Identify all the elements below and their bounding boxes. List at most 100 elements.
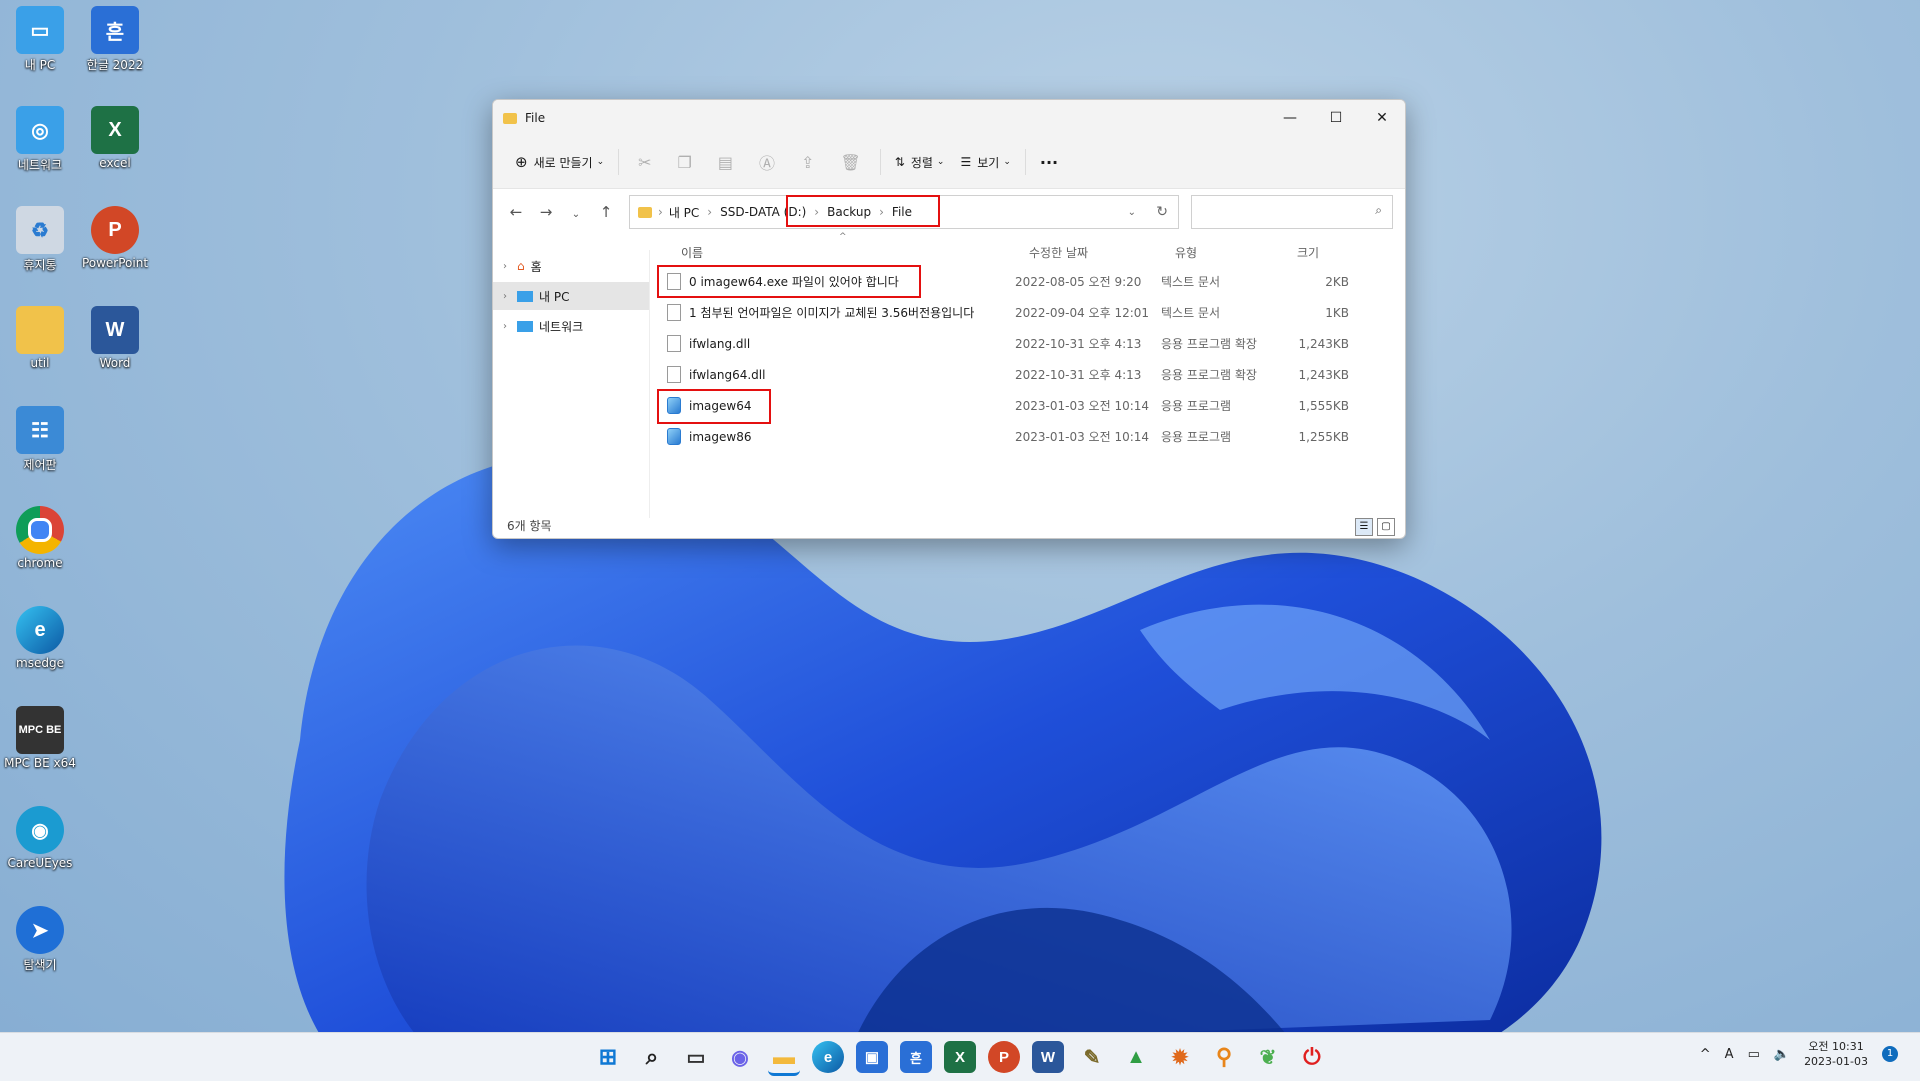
desktop-icon-label: 한글 2022 [86,58,144,72]
column-header-type[interactable]: 유형 [1175,244,1293,261]
desktop-icon-chrome[interactable]: chrome [0,500,80,570]
navigation-pane: › ⌂ 홈 › 내 PC › 네트워크 [493,250,650,518]
column-header-size[interactable]: 크기 [1293,244,1367,261]
desktop-icon-explorer[interactable]: ➤ 탐색기 [0,900,80,973]
arrow-up-icon: ↑ [599,203,613,221]
desktop-icon-label: 탐색기 [23,958,57,972]
column-header-name[interactable]: 이름 [649,244,1029,261]
store-icon[interactable]: ▣ [856,1041,888,1073]
triangle-app-icon[interactable]: ▲ [1120,1041,1152,1073]
desktop-icon-excel[interactable]: Xexcel [75,100,155,170]
nav-item-label: 네트워크 [539,319,584,334]
nav-item-label: 내 PC [539,289,570,304]
delete-button[interactable]: 🗑 [827,146,873,178]
file-modified: 2022-08-05 오전 9:20 [1015,275,1142,289]
paste-button[interactable]: ▤ [705,146,746,178]
file-type: 응용 프로그램 [1161,399,1232,413]
recent-locations-button[interactable]: ⌄ [561,203,591,221]
nav-item-home[interactable]: › ⌂ 홈 [493,252,649,280]
desktop-icon-recycle-bin[interactable]: ♻ 휴지통 [0,200,80,273]
desktop-icon-my-pc[interactable]: ▭ 내 PC [0,0,80,73]
file-row[interactable]: 1 첨부된 언어파일은 이미지가 교체된 3.56버전용입니다 2022-09-0… [649,297,1369,328]
minimize-button[interactable]: — [1267,100,1313,136]
clock[interactable]: 오전 10:31 2023-01-03 [1804,1039,1868,1069]
address-dropdown-icon[interactable]: ⌄ [1128,207,1136,218]
desktop-icon-util[interactable]: util [0,300,80,370]
desktop-icon-msedge[interactable]: e msedge [0,600,80,670]
sort-button[interactable]: ⇅ 정렬 ⌄ [887,146,953,178]
more-options-button[interactable]: ··· [1032,146,1066,178]
desktop-icon-label: 내 PC [24,58,56,72]
desktop-icon-word[interactable]: W Word [75,300,155,370]
search-icon: ⌕ [1375,203,1382,217]
share-button[interactable]: ⇪ [788,146,827,178]
chevron-right-icon: › [503,320,507,332]
edge-icon: e [16,606,64,654]
close-button[interactable]: ✕ [1359,100,1405,136]
leaf-icon[interactable]: ❦ [1252,1041,1284,1073]
nav-item-this-pc[interactable]: › 내 PC [493,282,649,310]
start-icon[interactable]: ⊞ [592,1041,624,1073]
edge-icon[interactable]: e [812,1041,844,1073]
file-name: ifwlang.dll [689,336,751,351]
desktop-icon-control-panel[interactable]: ☷ 제어판 [0,400,80,473]
powerpoint-icon[interactable]: P [988,1041,1020,1073]
desktop-icon-mpc-be[interactable]: MPC BE MPC BE x64 [0,700,80,770]
desktop-icon-label: msedge [16,656,64,670]
chat-icon[interactable]: ◉ [724,1041,756,1073]
forward-button[interactable]: → [531,203,561,221]
refresh-icon[interactable]: ↻ [1156,204,1168,220]
desktop-icon-label: 네트워크 [17,158,63,172]
new-button[interactable]: ⊕ 새로 만들기 ⌄ [507,146,612,178]
file-modified: 2022-10-31 오후 4:13 [1015,368,1142,382]
view-toggle: ☰ ▢ [1355,518,1395,536]
volume-icon[interactable]: 🔈 [1774,1047,1790,1062]
tool-icon[interactable]: ✎ [1076,1041,1108,1073]
sort-icon: ⇅ [894,155,905,169]
file-size: 2KB [1325,274,1349,289]
eye-icon: ◉ [16,806,64,854]
column-header-modified[interactable]: 수정한 날짜 [1029,244,1175,261]
arrow-left-icon: ← [509,203,523,221]
desktop: ▭ 내 PC 흔 한글 2022 ◎ 네트워크 Xexcel ♻ 휴지통 P PowerP… [0,0,1920,1032]
large-icons-view-icon[interactable]: ▢ [1377,518,1395,536]
desktop-icon-careueyes[interactable]: ◉ CareUEyes [0,800,80,870]
file-row[interactable]: ifwlang.dll 2022-10-31 오후 4:13 응용 프로그램 확장 1… [649,328,1369,359]
hangul-icon[interactable]: 흔 [900,1041,932,1073]
file-modified: 2023-01-03 오전 10:14 [1015,399,1150,413]
task-view-icon[interactable]: ▭ [680,1041,712,1073]
powerpoint-icon: P [91,206,139,254]
ime-indicator[interactable]: A [1725,1047,1734,1062]
arrow-right-icon: → [539,203,553,221]
view-button[interactable]: ☰ 보기 ⌄ [952,146,1018,178]
power-icon[interactable]: ⏻ [1296,1041,1328,1073]
desktop-icon-hangul[interactable]: 흔 한글 2022 [75,0,155,73]
excel-icon[interactable]: X [944,1041,976,1073]
desktop-icon-powerpoint[interactable]: P PowerPoint [75,200,155,270]
file-row[interactable]: ifwlang64.dll 2022-10-31 오후 4:13 응용 프로그램 확… [649,359,1369,390]
nav-item-network[interactable]: › 네트워크 [493,312,649,340]
search-icon[interactable]: ⌕ [636,1041,668,1073]
back-button[interactable]: ← [501,203,531,221]
copy-button[interactable]: ❐ [665,146,705,178]
chevron-up-icon[interactable]: ^ [1700,1047,1711,1062]
file-row[interactable]: imagew86 2023-01-03 오전 10:14 응용 프로그램 1,255K… [649,421,1369,452]
word-icon[interactable]: W [1032,1041,1064,1073]
desktop-icon-label: MPC BE x64 [4,756,76,770]
rename-button[interactable]: Ⓐ [746,146,788,178]
cut-button[interactable]: ✂ [625,146,664,178]
maximize-button[interactable]: ☐ [1313,100,1359,136]
notification-badge[interactable]: 1 [1882,1046,1898,1062]
breadcrumb-separator: › [707,205,713,219]
magnifier-icon[interactable]: ⚲ [1208,1041,1240,1073]
settings-app-icon[interactable]: ✹ [1164,1041,1196,1073]
breadcrumb-separator: › [658,205,663,219]
breadcrumb-item[interactable]: 내 PC [669,204,699,221]
search-input[interactable]: ⌕ [1191,195,1393,229]
desktop-icon-network[interactable]: ◎ 네트워크 [0,100,80,173]
details-view-icon[interactable]: ☰ [1355,518,1373,536]
network-icon[interactable]: ▭ [1748,1047,1760,1062]
title-bar[interactable]: File — ☐ ✕ [493,100,1405,136]
up-button[interactable]: ↑ [591,203,621,221]
file-explorer-icon[interactable]: ▬ [768,1041,800,1076]
